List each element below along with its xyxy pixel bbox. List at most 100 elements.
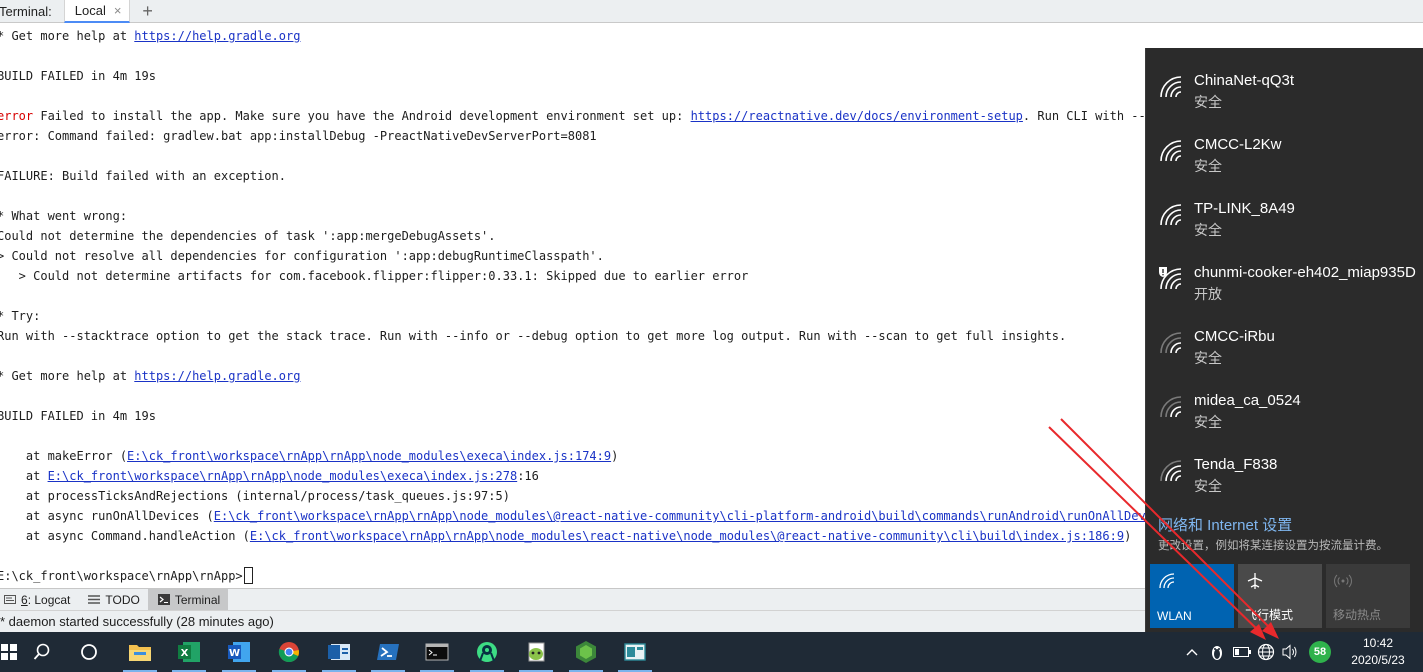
airplane-icon bbox=[1247, 573, 1263, 589]
wifi-open-shield-icon bbox=[1159, 267, 1182, 290]
network-security: 安全 bbox=[1194, 222, 1222, 238]
clock-date: 2020/5/23 bbox=[1351, 653, 1405, 667]
logcat-icon bbox=[4, 595, 16, 604]
terminal-icon bbox=[157, 594, 170, 605]
outlook-icon[interactable] bbox=[316, 632, 362, 672]
airplane-mode-button[interactable]: 飞行模式 bbox=[1238, 564, 1322, 628]
network-flyout: ChinaNet-qQ3t 安全 CMCC-L2Kw 安全 TP-LINK_8A… bbox=[1145, 48, 1423, 632]
tab-local-label: Local bbox=[74, 2, 106, 18]
android-studio-icon[interactable] bbox=[464, 632, 510, 672]
network-item[interactable]: chunmi-cooker-eh402_miap935D 开放 bbox=[1146, 256, 1423, 320]
terminal-line: at E:\ck_front\workspace\rnApp\rnApp\nod… bbox=[0, 469, 539, 483]
terminal-line: at makeError (E:\ck_front\workspace\rnAp… bbox=[0, 449, 619, 463]
svg-text:X: X bbox=[181, 648, 189, 659]
file-explorer-icon[interactable] bbox=[117, 632, 163, 672]
network-item[interactable]: Tenda_F838 安全 bbox=[1146, 448, 1423, 512]
terminal-line: error: Command failed: gradlew.bat app:i… bbox=[0, 129, 597, 143]
network-security: 安全 bbox=[1194, 158, 1222, 174]
tool-terminal[interactable]: Terminal bbox=[147, 588, 229, 611]
show-hidden-icons-chevron-icon[interactable] bbox=[1182, 632, 1202, 672]
terminal-line: at async Command.handleAction (E:\ck_fro… bbox=[0, 529, 1132, 543]
hotspot-icon bbox=[1334, 574, 1352, 588]
network-ssid: midea_ca_0524 bbox=[1194, 392, 1301, 409]
notepad-plus-icon[interactable] bbox=[513, 632, 559, 672]
network-ssid: Tenda_F838 bbox=[1194, 456, 1278, 473]
volume-icon[interactable] bbox=[1279, 632, 1301, 672]
battery-icon[interactable] bbox=[1230, 632, 1254, 672]
network-security: 安全 bbox=[1194, 478, 1222, 494]
wifi-weak-icon bbox=[1160, 396, 1182, 418]
gradle-help-link[interactable]: https://help.gradle.org bbox=[134, 369, 300, 383]
chrome-icon[interactable] bbox=[266, 632, 312, 672]
terminal-line: error Failed to install the app. Make su… bbox=[0, 106, 1196, 126]
network-settings-description: 更改设置，例如将某连接设置为按流量计费。 bbox=[1158, 540, 1388, 552]
network-item[interactable]: CMCC-iRbu 安全 bbox=[1146, 320, 1423, 384]
wifi-icon bbox=[1160, 460, 1182, 482]
file-path-link[interactable]: E:\ck_front\workspace\rnApp\rnApp\node_m… bbox=[48, 469, 518, 483]
word-icon[interactable]: W bbox=[216, 632, 262, 672]
network-item[interactable]: CMCC-L2Kw 安全 bbox=[1146, 128, 1423, 192]
airplane-mode-label: 飞行模式 bbox=[1245, 608, 1294, 622]
tab-local[interactable]: Local × bbox=[63, 0, 131, 23]
network-security: 开放 bbox=[1194, 286, 1222, 302]
error-tag: error bbox=[0, 109, 34, 123]
network-item[interactable]: TP-LINK_8A49 安全 bbox=[1146, 192, 1423, 256]
terminal-tab-bar: Terminal: Local × + bbox=[0, 0, 1423, 23]
network-ssid: chunmi-cooker-eh402_miap935D bbox=[1194, 264, 1416, 281]
tool-logcat[interactable]: 6: Logcat bbox=[0, 589, 78, 611]
todo-icon bbox=[88, 595, 101, 604]
network-settings-link[interactable]: 网络和 Internet 设置 bbox=[1158, 514, 1292, 535]
terminal-line: at processTicksAndRejections (internal/p… bbox=[0, 489, 510, 503]
terminal-line: BUILD FAILED in 4m 19s bbox=[0, 69, 156, 83]
text-cursor bbox=[243, 567, 253, 584]
excel-icon[interactable]: X bbox=[166, 632, 212, 672]
terminal-line: * Try: bbox=[0, 309, 41, 323]
file-path-link[interactable]: E:\ck_front\workspace\rnApp\rnApp\node_m… bbox=[127, 449, 611, 463]
cmd-icon[interactable] bbox=[414, 632, 460, 672]
network-security: 安全 bbox=[1194, 350, 1222, 366]
clock-time: 10:42 bbox=[1362, 636, 1394, 650]
powershell-icon[interactable] bbox=[365, 632, 411, 672]
windows-taskbar: X W 58 10:42 2020/5/23 bbox=[0, 632, 1423, 672]
terminal-line: at async runOnAllDevices (E:\ck_front\wo… bbox=[0, 509, 1175, 523]
terminal-line: > Could not determine artifacts for com.… bbox=[0, 269, 749, 283]
tool-terminal-label: Terminal bbox=[174, 592, 221, 607]
tool-logcat-label: : Logcat bbox=[27, 592, 71, 607]
wlan-toggle-button[interactable]: WLAN bbox=[1150, 564, 1234, 628]
notification-count-badge: 58 bbox=[1309, 641, 1331, 663]
file-path-link[interactable]: E:\ck_front\workspace\rnApp\rnApp\node_m… bbox=[214, 509, 1175, 523]
network-ssid: CMCC-iRbu bbox=[1194, 328, 1275, 345]
nodejs-icon[interactable] bbox=[563, 632, 609, 672]
mobile-hotspot-label: 移动热点 bbox=[1333, 608, 1382, 622]
tool-todo[interactable]: TODO bbox=[78, 589, 147, 611]
network-security: 安全 bbox=[1194, 414, 1222, 430]
app-icon[interactable] bbox=[612, 632, 658, 672]
environment-setup-link[interactable]: https://reactnative.dev/docs/environment… bbox=[691, 109, 1023, 123]
terminal-line: * Get more help at https://help.gradle.o… bbox=[0, 29, 301, 43]
penguin-tray-icon[interactable] bbox=[1206, 632, 1228, 672]
terminal-line: * What went wrong: bbox=[0, 209, 128, 223]
terminal-line: * Get more help at https://help.gradle.o… bbox=[0, 369, 301, 383]
gradle-help-link[interactable]: https://help.gradle.org bbox=[134, 29, 300, 43]
close-icon[interactable]: × bbox=[114, 3, 122, 18]
task-view-icon[interactable] bbox=[66, 632, 112, 672]
network-ssid: CMCC-L2Kw bbox=[1194, 136, 1282, 153]
network-item[interactable]: midea_ca_0524 安全 bbox=[1146, 384, 1423, 448]
network-globe-icon[interactable] bbox=[1255, 632, 1277, 672]
file-path-link[interactable]: E:\ck_front\workspace\rnApp\rnApp\node_m… bbox=[250, 529, 1124, 543]
terminal-prompt[interactable]: E:\ck_front\workspace\rnApp\rnApp> bbox=[0, 566, 253, 586]
search-icon[interactable] bbox=[19, 632, 65, 672]
wifi-icon bbox=[1160, 204, 1182, 226]
security-app-badge-icon[interactable]: 58 bbox=[1308, 632, 1332, 672]
terminal-label: Terminal: bbox=[0, 3, 52, 19]
network-ssid: TP-LINK_8A49 bbox=[1194, 200, 1295, 217]
tool-todo-label: TODO bbox=[105, 592, 140, 607]
mobile-hotspot-button[interactable]: 移动热点 bbox=[1326, 564, 1410, 628]
terminal-line: FAILURE: Build failed with an exception. bbox=[0, 169, 286, 183]
add-tab-icon[interactable]: + bbox=[142, 2, 153, 20]
wifi-icon bbox=[1160, 76, 1182, 98]
network-item[interactable]: ChinaNet-qQ3t 安全 bbox=[1146, 64, 1423, 128]
wifi-weak-icon bbox=[1160, 332, 1182, 354]
terminal-line: BUILD FAILED in 4m 19s bbox=[0, 409, 156, 423]
system-clock[interactable]: 10:42 2020/5/23 bbox=[1333, 632, 1423, 672]
